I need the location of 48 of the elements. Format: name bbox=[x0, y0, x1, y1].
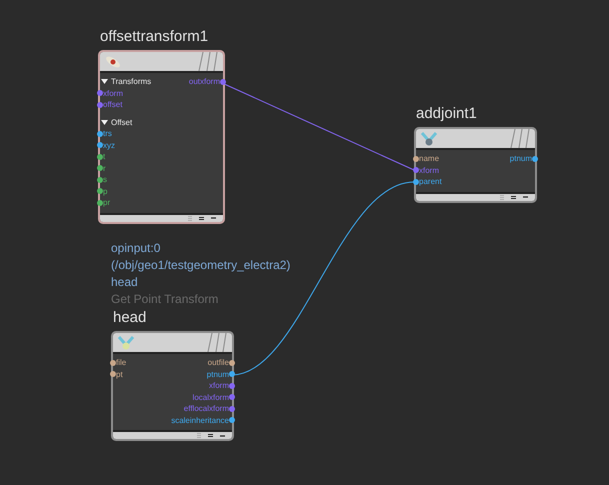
node-title: addjoint1 bbox=[416, 104, 477, 124]
node-title: offsettransform1 bbox=[100, 27, 208, 47]
port-label: ptnum bbox=[510, 153, 532, 164]
port-label: scaleinheritance bbox=[171, 414, 229, 426]
port-label: parent bbox=[419, 176, 442, 188]
port-label: pr bbox=[103, 197, 110, 208]
equals-icon[interactable] bbox=[208, 434, 213, 437]
port-label: ptnum bbox=[206, 368, 229, 380]
port-label: xform bbox=[103, 88, 123, 99]
minus-icon[interactable] bbox=[523, 196, 528, 198]
minus-icon[interactable] bbox=[220, 434, 225, 436]
hatch-icon bbox=[197, 52, 219, 71]
port-label: outfile bbox=[208, 357, 229, 368]
port-label: outxform bbox=[188, 76, 220, 88]
port-label: name bbox=[419, 153, 440, 164]
port-label: p bbox=[103, 186, 108, 197]
hatch-icon bbox=[509, 129, 531, 148]
node-box[interactable]: file pt outfile ptnum xform localxform efflocalxform scaleinheritance bbox=[111, 331, 234, 441]
port-label: efflocalxform bbox=[184, 403, 229, 414]
port-label: xform bbox=[209, 380, 229, 392]
port-label: trs bbox=[103, 128, 112, 140]
node-icon bbox=[117, 334, 135, 350]
node-title: head bbox=[113, 308, 146, 328]
node-info-line: opinput:0 bbox=[111, 240, 160, 257]
port-label: localxform bbox=[192, 392, 229, 403]
equals-icon[interactable] bbox=[199, 216, 204, 220]
port-label: file bbox=[116, 357, 126, 368]
port-label: offset bbox=[103, 99, 122, 110]
node-icon bbox=[420, 130, 438, 146]
group-label: Offset bbox=[111, 116, 132, 128]
port-label: xyz bbox=[103, 140, 115, 151]
node-icon bbox=[104, 54, 122, 70]
node-info-line: head bbox=[111, 274, 138, 291]
node-info-line: (/obj/geo1/testgeometry_electra2) bbox=[111, 257, 290, 274]
node-box[interactable]: Transforms xform offset Offset trs xyz t r s p pr outxform bbox=[98, 50, 225, 224]
port-label: r bbox=[103, 162, 106, 174]
port-label: s bbox=[103, 174, 107, 186]
hatch-icon bbox=[206, 333, 228, 352]
equals-icon[interactable] bbox=[511, 196, 516, 198]
port-label: t bbox=[103, 151, 106, 162]
disclosure-triangle-icon[interactable] bbox=[101, 78, 108, 86]
group-label: Transforms bbox=[111, 76, 152, 88]
minus-icon[interactable] bbox=[211, 217, 216, 219]
port-label: xform bbox=[419, 164, 439, 176]
disclosure-triangle-icon[interactable] bbox=[101, 118, 108, 126]
node-box[interactable]: name xform parent ptnum bbox=[414, 127, 537, 202]
node-type-label: Get Point Transform bbox=[111, 291, 218, 308]
port-label: pt bbox=[116, 368, 123, 380]
